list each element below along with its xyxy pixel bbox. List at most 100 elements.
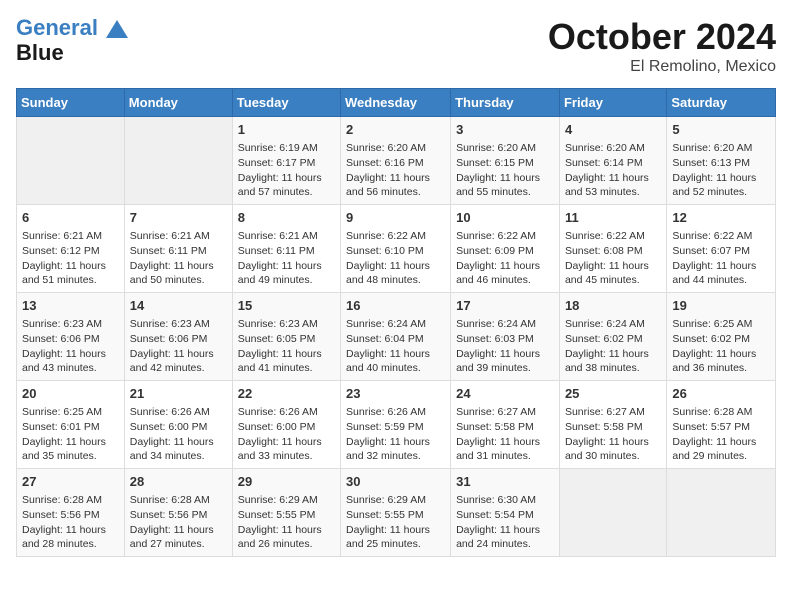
calendar-cell: 5Sunrise: 6:20 AMSunset: 6:13 PMDaylight… <box>667 117 776 205</box>
calendar-cell: 26Sunrise: 6:28 AMSunset: 5:57 PMDayligh… <box>667 381 776 469</box>
calendar-week-row: 20Sunrise: 6:25 AMSunset: 6:01 PMDayligh… <box>17 381 776 469</box>
calendar-cell: 22Sunrise: 6:26 AMSunset: 6:00 PMDayligh… <box>232 381 340 469</box>
daylight-text: Daylight: 11 hours and 33 minutes. <box>238 435 335 464</box>
calendar-cell: 13Sunrise: 6:23 AMSunset: 6:06 PMDayligh… <box>17 293 125 381</box>
calendar-cell: 29Sunrise: 6:29 AMSunset: 5:55 PMDayligh… <box>232 469 340 557</box>
daylight-text: Daylight: 11 hours and 34 minutes. <box>130 435 227 464</box>
day-number: 18 <box>565 297 661 315</box>
sunset-text: Sunset: 6:03 PM <box>456 332 554 347</box>
daylight-text: Daylight: 11 hours and 28 minutes. <box>22 523 119 552</box>
daylight-text: Daylight: 11 hours and 39 minutes. <box>456 347 554 376</box>
daylight-text: Daylight: 11 hours and 43 minutes. <box>22 347 119 376</box>
calendar-table: SundayMondayTuesdayWednesdayThursdayFrid… <box>16 88 776 557</box>
daylight-text: Daylight: 11 hours and 56 minutes. <box>346 171 445 200</box>
calendar-cell: 9Sunrise: 6:22 AMSunset: 6:10 PMDaylight… <box>341 205 451 293</box>
sunset-text: Sunset: 6:04 PM <box>346 332 445 347</box>
sunset-text: Sunset: 6:11 PM <box>130 244 227 259</box>
logo-icon <box>106 20 128 38</box>
calendar-cell: 24Sunrise: 6:27 AMSunset: 5:58 PMDayligh… <box>451 381 560 469</box>
daylight-text: Daylight: 11 hours and 27 minutes. <box>130 523 227 552</box>
header-saturday: Saturday <box>667 89 776 117</box>
header-wednesday: Wednesday <box>341 89 451 117</box>
sunrise-text: Sunrise: 6:25 AM <box>22 405 119 420</box>
header-monday: Monday <box>124 89 232 117</box>
sunset-text: Sunset: 6:05 PM <box>238 332 335 347</box>
sunset-text: Sunset: 6:06 PM <box>22 332 119 347</box>
page-header: General Blue October 2024 El Remolino, M… <box>16 16 776 76</box>
calendar-cell: 27Sunrise: 6:28 AMSunset: 5:56 PMDayligh… <box>17 469 125 557</box>
sunset-text: Sunset: 6:00 PM <box>130 420 227 435</box>
sunrise-text: Sunrise: 6:22 AM <box>672 229 770 244</box>
daylight-text: Daylight: 11 hours and 51 minutes. <box>22 259 119 288</box>
sunrise-text: Sunrise: 6:20 AM <box>346 141 445 156</box>
calendar-cell: 18Sunrise: 6:24 AMSunset: 6:02 PMDayligh… <box>559 293 666 381</box>
sunrise-text: Sunrise: 6:26 AM <box>130 405 227 420</box>
location: El Remolino, Mexico <box>548 58 776 76</box>
title-block: October 2024 El Remolino, Mexico <box>548 16 776 76</box>
day-number: 10 <box>456 209 554 227</box>
calendar-week-row: 13Sunrise: 6:23 AMSunset: 6:06 PMDayligh… <box>17 293 776 381</box>
daylight-text: Daylight: 11 hours and 50 minutes. <box>130 259 227 288</box>
sunset-text: Sunset: 6:14 PM <box>565 156 661 171</box>
sunrise-text: Sunrise: 6:25 AM <box>672 317 770 332</box>
sunset-text: Sunset: 6:16 PM <box>346 156 445 171</box>
calendar-week-row: 6Sunrise: 6:21 AMSunset: 6:12 PMDaylight… <box>17 205 776 293</box>
sunrise-text: Sunrise: 6:22 AM <box>456 229 554 244</box>
daylight-text: Daylight: 11 hours and 52 minutes. <box>672 171 770 200</box>
daylight-text: Daylight: 11 hours and 41 minutes. <box>238 347 335 376</box>
sunset-text: Sunset: 5:56 PM <box>130 508 227 523</box>
calendar-cell: 4Sunrise: 6:20 AMSunset: 6:14 PMDaylight… <box>559 117 666 205</box>
sunset-text: Sunset: 5:59 PM <box>346 420 445 435</box>
sunset-text: Sunset: 6:06 PM <box>130 332 227 347</box>
sunset-text: Sunset: 6:02 PM <box>672 332 770 347</box>
sunrise-text: Sunrise: 6:26 AM <box>238 405 335 420</box>
daylight-text: Daylight: 11 hours and 55 minutes. <box>456 171 554 200</box>
sunrise-text: Sunrise: 6:20 AM <box>672 141 770 156</box>
daylight-text: Daylight: 11 hours and 32 minutes. <box>346 435 445 464</box>
calendar-cell: 10Sunrise: 6:22 AMSunset: 6:09 PMDayligh… <box>451 205 560 293</box>
calendar-cell: 7Sunrise: 6:21 AMSunset: 6:11 PMDaylight… <box>124 205 232 293</box>
sunrise-text: Sunrise: 6:26 AM <box>346 405 445 420</box>
calendar-cell: 30Sunrise: 6:29 AMSunset: 5:55 PMDayligh… <box>341 469 451 557</box>
calendar-cell <box>17 117 125 205</box>
day-number: 20 <box>22 385 119 403</box>
day-number: 27 <box>22 473 119 491</box>
sunset-text: Sunset: 6:01 PM <box>22 420 119 435</box>
sunrise-text: Sunrise: 6:22 AM <box>565 229 661 244</box>
daylight-text: Daylight: 11 hours and 45 minutes. <box>565 259 661 288</box>
day-number: 19 <box>672 297 770 315</box>
sunrise-text: Sunrise: 6:27 AM <box>565 405 661 420</box>
sunset-text: Sunset: 5:55 PM <box>238 508 335 523</box>
sunrise-text: Sunrise: 6:21 AM <box>238 229 335 244</box>
calendar-cell: 15Sunrise: 6:23 AMSunset: 6:05 PMDayligh… <box>232 293 340 381</box>
day-number: 11 <box>565 209 661 227</box>
calendar-cell: 16Sunrise: 6:24 AMSunset: 6:04 PMDayligh… <box>341 293 451 381</box>
header-friday: Friday <box>559 89 666 117</box>
day-number: 12 <box>672 209 770 227</box>
calendar-cell: 28Sunrise: 6:28 AMSunset: 5:56 PMDayligh… <box>124 469 232 557</box>
daylight-text: Daylight: 11 hours and 29 minutes. <box>672 435 770 464</box>
day-number: 31 <box>456 473 554 491</box>
day-number: 28 <box>130 473 227 491</box>
calendar-cell: 19 Sunrise: 6:25 AMSunset: 6:02 PMDayligh… <box>667 293 776 381</box>
logo-text: General <box>16 16 130 40</box>
sunset-text: Sunset: 6:17 PM <box>238 156 335 171</box>
sunrise-text: Sunrise: 6:20 AM <box>565 141 661 156</box>
day-number: 21 <box>130 385 227 403</box>
day-number: 8 <box>238 209 335 227</box>
sunrise-text: Sunrise: 6:23 AM <box>130 317 227 332</box>
sunset-text: Sunset: 6:09 PM <box>456 244 554 259</box>
calendar-cell: 11Sunrise: 6:22 AMSunset: 6:08 PMDayligh… <box>559 205 666 293</box>
calendar-header-row: SundayMondayTuesdayWednesdayThursdayFrid… <box>17 89 776 117</box>
daylight-text: Daylight: 11 hours and 35 minutes. <box>22 435 119 464</box>
day-number: 14 <box>130 297 227 315</box>
sunrise-text: Sunrise: 6:28 AM <box>672 405 770 420</box>
calendar-cell: 8Sunrise: 6:21 AMSunset: 6:11 PMDaylight… <box>232 205 340 293</box>
day-number: 2 <box>346 121 445 139</box>
daylight-text: Daylight: 11 hours and 36 minutes. <box>672 347 770 376</box>
day-number: 7 <box>130 209 227 227</box>
daylight-text: Daylight: 11 hours and 24 minutes. <box>456 523 554 552</box>
sunrise-text: Sunrise: 6:22 AM <box>346 229 445 244</box>
calendar-cell: 20 Sunrise: 6:25 AMSunset: 6:01 PMDayligh… <box>17 381 125 469</box>
calendar-cell: 6Sunrise: 6:21 AMSunset: 6:12 PMDaylight… <box>17 205 125 293</box>
